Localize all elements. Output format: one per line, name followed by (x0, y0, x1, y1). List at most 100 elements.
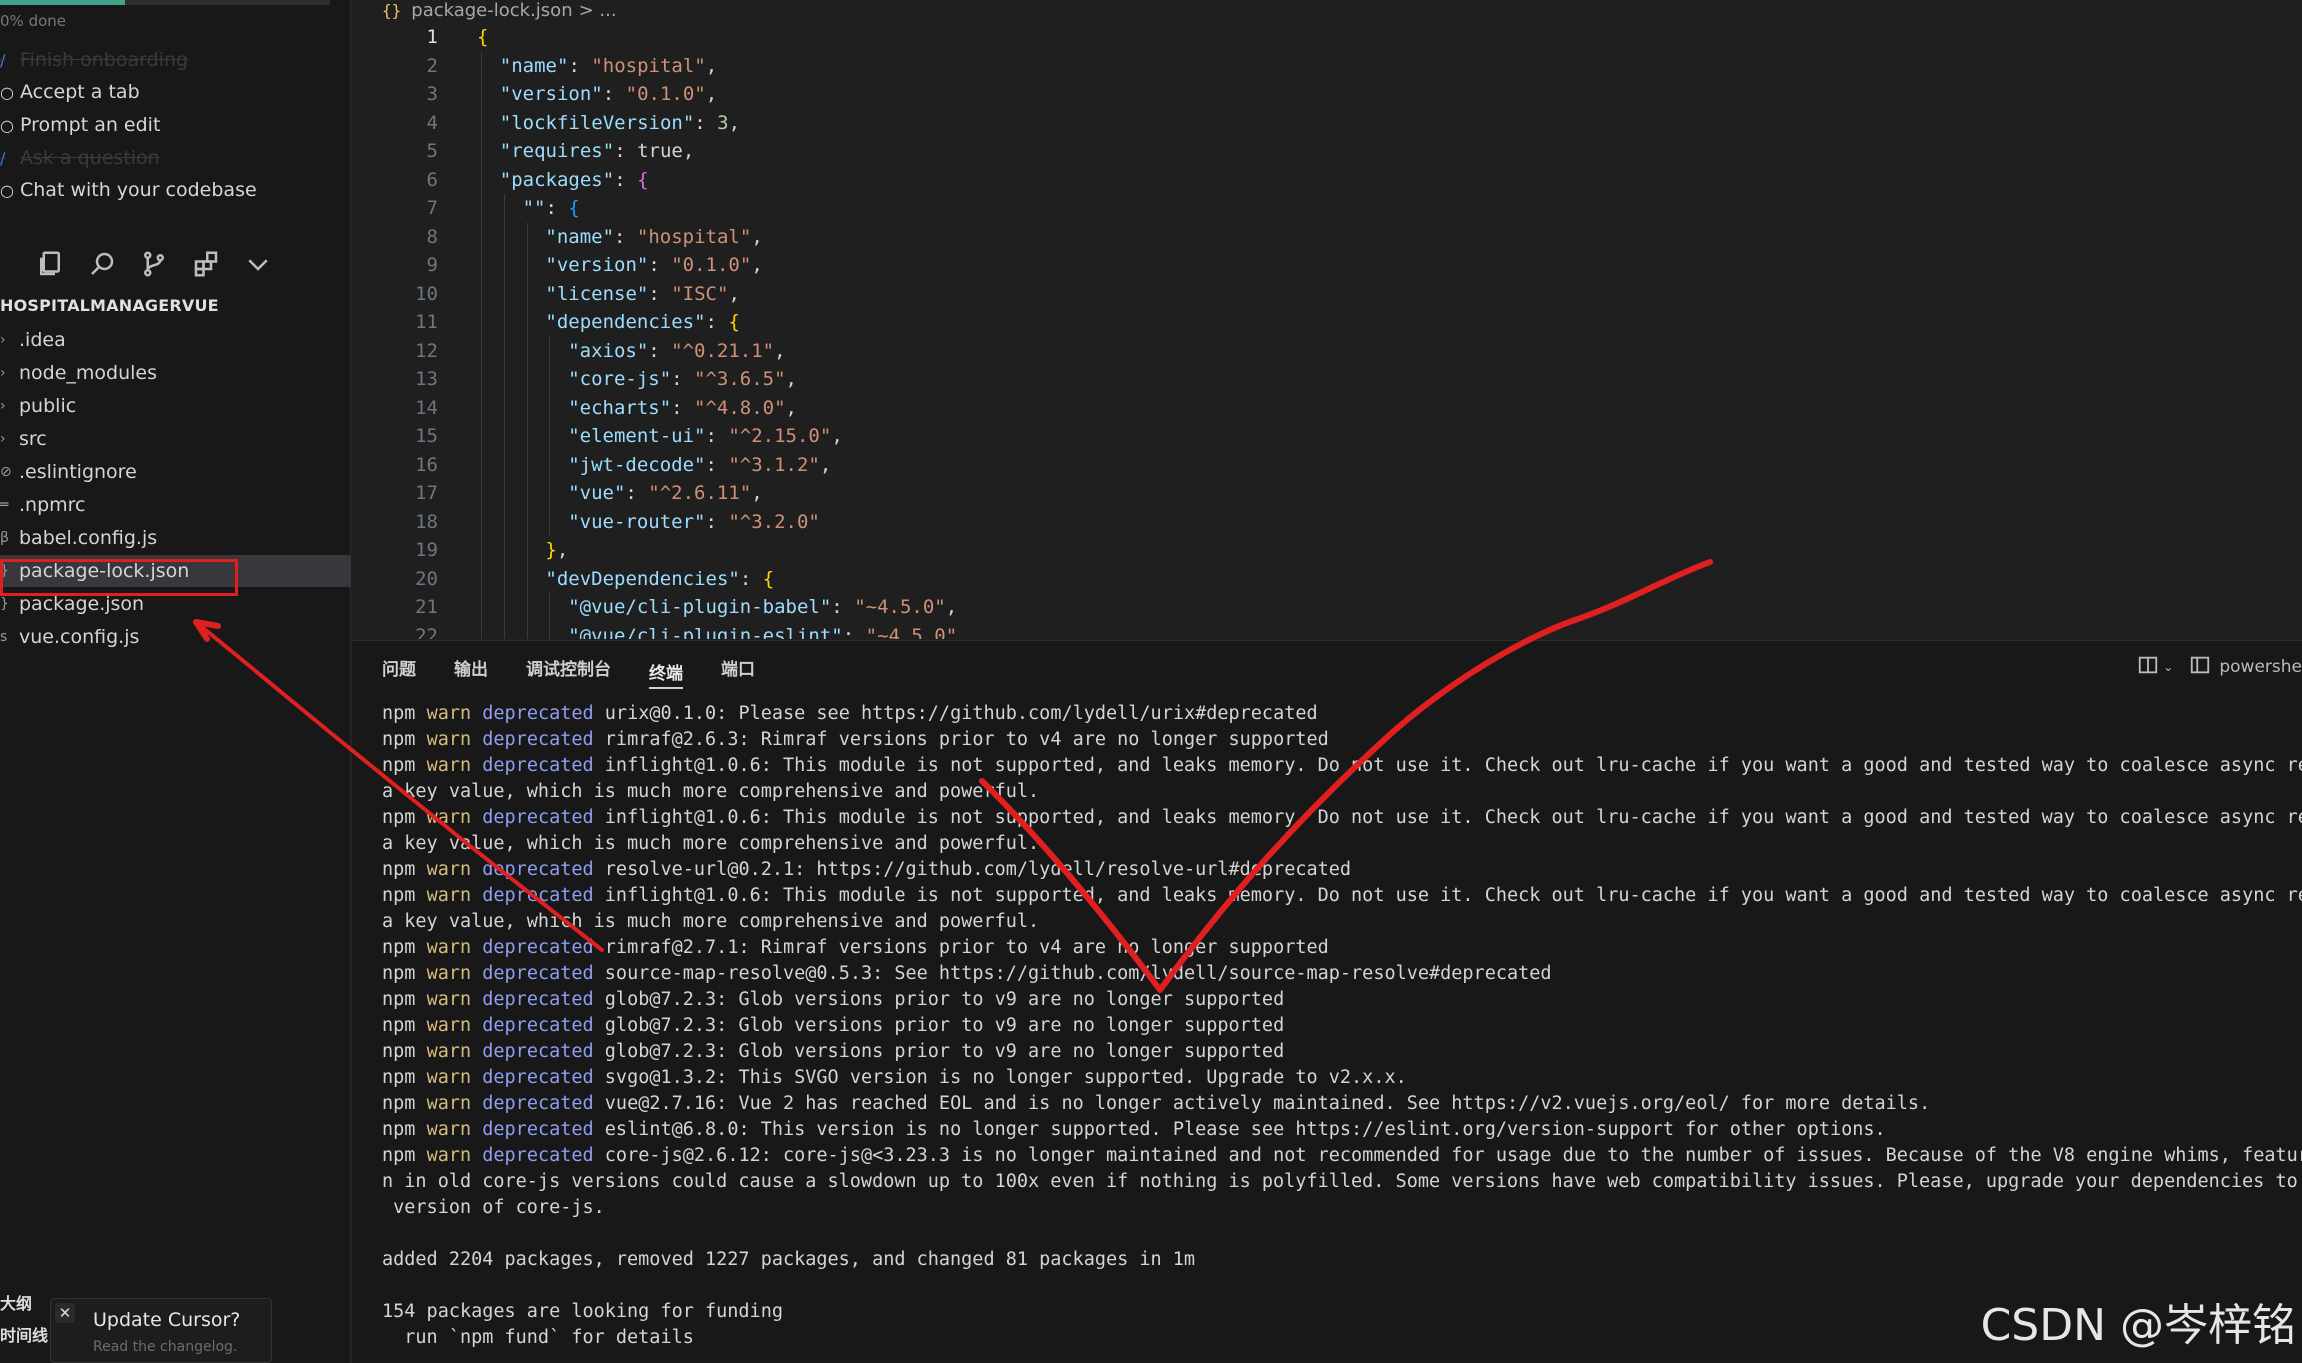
onboarding-item-label: Chat with your codebase (20, 179, 257, 201)
indent-guide (481, 51, 482, 80)
terminal-deprecated: deprecated (482, 1119, 594, 1140)
code-token: : (705, 510, 729, 533)
onboarding-item[interactable]: ○ Chat with your codebase (0, 176, 257, 204)
code-line: 8 "name": "hospital", (352, 222, 2302, 251)
line-number: 16 (415, 453, 438, 476)
code-token: , (682, 140, 695, 162)
indent-guide (549, 393, 551, 422)
terminal-deprecated: deprecated (482, 1015, 594, 1036)
code-line: 18 "vue-router": "^3.2.0" (352, 507, 2302, 536)
circle-icon: ○ (0, 115, 14, 135)
breadcrumb-file[interactable]: package-lock.json (411, 0, 572, 21)
terminal-shell-icon[interactable] (2173, 654, 2211, 681)
onboarding-item[interactable]: ○ Accept a tab (0, 78, 140, 106)
panel-tab[interactable]: 端口 (721, 641, 755, 693)
terminal-shell-label[interactable]: powershe (2219, 657, 2302, 677)
indent-guide (481, 564, 482, 593)
terminal-warn: warn (426, 1041, 472, 1062)
search-icon[interactable] (76, 246, 128, 282)
indent-guide (526, 365, 528, 394)
close-icon[interactable]: ✕ (55, 1303, 75, 1323)
indent-guide (503, 422, 505, 451)
update-notification[interactable]: ✕ Update Cursor? Read the changelog. (50, 1298, 272, 1363)
code-line: 10 "license": "ISC", (352, 279, 2302, 308)
code-text: "element-ui": "^2.15.0", (568, 422, 843, 451)
indent-guide (549, 621, 551, 639)
tree-item[interactable]: › src (0, 423, 351, 455)
tree-item[interactable]: ⊘ .eslintignore (0, 456, 351, 488)
panel-tab[interactable]: 输出 (454, 641, 488, 693)
indent-guide (526, 593, 528, 622)
code-line: 11 "dependencies": { (352, 308, 2302, 337)
terminal-deprecated: deprecated (482, 703, 594, 724)
onboarding-item[interactable]: ∕ Ask a question (0, 144, 160, 172)
code-token: , (705, 83, 718, 105)
tree-item[interactable]: › public (0, 390, 351, 422)
indent-guide (481, 137, 482, 166)
tree-item[interactable]: s vue.config.js (0, 621, 351, 653)
code-token: : (739, 567, 763, 590)
terminal-text: run `npm fund` for details (382, 1327, 694, 1348)
source-control-icon[interactable] (128, 246, 180, 282)
code-token: "version" (545, 254, 649, 276)
panel-tab[interactable]: 终端 (649, 655, 683, 689)
panel-tab[interactable]: 调试控制台 (526, 641, 611, 693)
terminal-line: version of core-js. (382, 1195, 2302, 1221)
split-terminal-icon[interactable] (2121, 654, 2159, 681)
indent-guide (526, 279, 528, 308)
code-token: "echarts" (568, 396, 672, 419)
breadcrumb-tail[interactable]: > ... (579, 0, 617, 21)
code-token: "^3.6.5" (694, 368, 786, 390)
onboarding-item[interactable]: ○ Prompt an edit (0, 111, 160, 139)
timeline-section-label[interactable]: 时间线 (0, 1322, 48, 1346)
code-line: 6 "packages": { (352, 165, 2302, 194)
indent-guide (481, 621, 482, 639)
code-text: "": { (523, 194, 580, 223)
tree-item[interactable]: β babel.config.js (0, 522, 351, 554)
code-lines: 1{2 "name": "hospital", 3 "version": "0.1.0… (352, 23, 2302, 639)
tree-item[interactable]: ═ .npmrc (0, 489, 351, 521)
terminal-output[interactable]: npm warn deprecated urix@0.1.0: Please s… (382, 701, 2302, 1351)
terminal-npm: npm (382, 963, 416, 984)
indent-guide (526, 222, 528, 251)
onboarding-item[interactable]: ∕ Finish onboarding (0, 46, 188, 74)
chevron-right-icon: › (0, 332, 6, 348)
indent-guide (503, 336, 505, 365)
code-token: "^2.15.0" (728, 425, 832, 447)
chevron-down-icon[interactable]: ⌄ (2163, 660, 2173, 674)
code-text: "axios": "^0.21.1", (568, 337, 785, 366)
code-token: , (785, 396, 797, 419)
indent-guide (549, 507, 551, 536)
code-line: 16 "jwt-decode": "^3.1.2", (352, 450, 2302, 479)
breadcrumb[interactable]: {} package-lock.json > ... (382, 0, 617, 21)
terminal-line: a key value, which is much more comprehe… (382, 779, 2302, 805)
files-icon[interactable] (24, 246, 76, 282)
code-text: "version": "0.1.0", (500, 80, 717, 109)
outline-section-label[interactable]: 大纲 (0, 1290, 32, 1314)
chevron-right-icon: › (0, 398, 6, 414)
indent-guide (503, 194, 505, 223)
panel-tab[interactable]: 问题 (382, 641, 416, 693)
terminal-warn: warn (426, 703, 472, 724)
watermark: CSDN @岑梓铭 (1980, 1300, 2296, 1351)
code-editor[interactable]: {} package-lock.json > ... 1{2 "name": "h… (352, 0, 2302, 639)
explorer-title: HOSPITALMANAGERVUE (0, 296, 219, 315)
sidebar-toolbar (0, 246, 351, 282)
indent-guide (481, 336, 482, 365)
code-line: 22 "@vue/cli-plugin-eslint": "~4.5.0", (352, 621, 2302, 640)
chevron-down-icon[interactable] (232, 246, 284, 282)
terminal-deprecated: deprecated (482, 989, 594, 1010)
file-icon: ⊘ (0, 464, 12, 480)
tree-item[interactable]: › .idea (0, 324, 351, 356)
terminal-text: 154 packages are looking for funding (382, 1301, 783, 1322)
code-token: "requires" (499, 140, 615, 162)
update-changelog-link[interactable]: Read the changelog. (93, 1339, 237, 1355)
tree-item[interactable]: › node_modules (0, 357, 351, 389)
extensions-icon[interactable] (180, 246, 232, 282)
terminal-text: inflight@1.0.6: This module is not suppo… (604, 755, 2302, 776)
code-line: 1{ (352, 23, 2302, 52)
indent-guide (481, 308, 482, 337)
terminal-line: npm warn deprecated core-js@2.6.12: core… (382, 1143, 2302, 1169)
code-token: , (957, 624, 969, 640)
code-token: "vue-router" (568, 510, 706, 533)
